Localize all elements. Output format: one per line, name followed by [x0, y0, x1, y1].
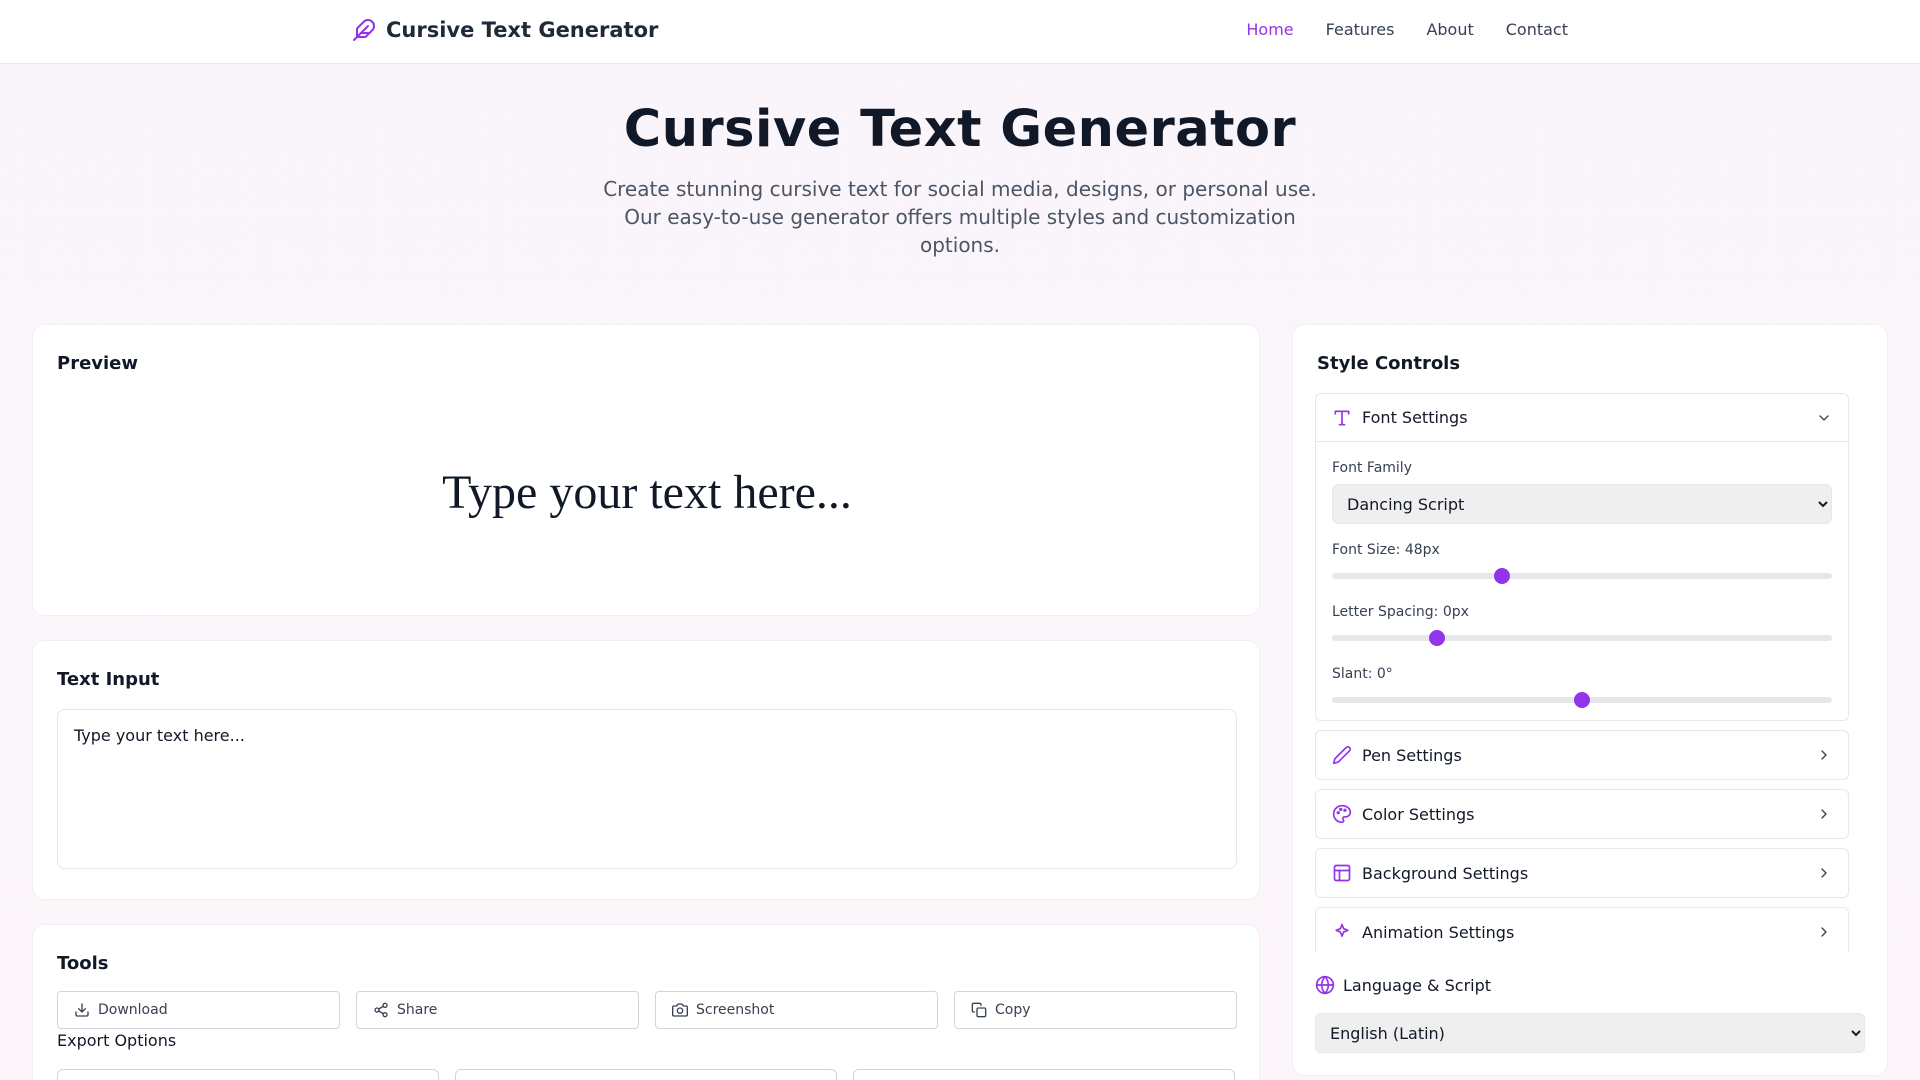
export-options-label: Export Options [57, 1031, 177, 1050]
pen-settings-header[interactable]: Pen Settings [1316, 731, 1848, 779]
preview-card: Preview Type your text here... [32, 324, 1260, 616]
font-size-slider[interactable] [1332, 566, 1832, 586]
pen-icon [1332, 746, 1351, 765]
slider-thumb[interactable] [1574, 692, 1590, 708]
chevron-right-icon [1821, 868, 1827, 878]
font-family-label: Font Family [1332, 460, 1412, 476]
main-nav: Home Features About Contact [1246, 20, 1568, 39]
tools-title: Tools [57, 953, 109, 974]
background-settings-panel: Background Settings [1315, 848, 1849, 898]
animation-settings-header[interactable]: Animation Settings [1316, 908, 1848, 953]
font-settings-body: Font Family Dancing Script Font Size: 48… [1316, 442, 1848, 720]
export-option[interactable] [57, 1069, 439, 1080]
brand-title: Cursive Text Generator [386, 18, 659, 42]
nav-about[interactable]: About [1426, 20, 1473, 39]
style-controls-card: Style Controls Font Settings Font Family… [1292, 324, 1888, 1076]
page-title: Cursive Text Generator [623, 100, 1297, 159]
font-settings-label: Font Settings [1362, 408, 1468, 427]
screenshot-button[interactable]: Screenshot [655, 991, 938, 1029]
export-option[interactable] [455, 1069, 837, 1080]
language-select[interactable]: English (Latin) [1315, 1013, 1865, 1053]
export-option[interactable] [853, 1069, 1235, 1080]
top-navbar: Cursive Text Generator Home Features Abo… [0, 0, 1920, 64]
letter-spacing-slider[interactable] [1332, 628, 1832, 648]
style-controls-title: Style Controls [1317, 353, 1461, 374]
pen-settings-label: Pen Settings [1362, 745, 1462, 765]
type-icon [1334, 410, 1350, 425]
copy-button[interactable]: Copy [954, 991, 1237, 1029]
share-icon [374, 1002, 388, 1018]
font-settings-panel: Font Settings Font Family Dancing Script… [1315, 393, 1849, 721]
copy-label: Copy [995, 1002, 1031, 1018]
color-settings-header[interactable]: Color Settings [1316, 790, 1848, 838]
brand[interactable]: Cursive Text Generator [352, 18, 658, 42]
language-label: Language & Script [1315, 975, 1491, 995]
preview-title: Preview [57, 353, 139, 374]
nav-home[interactable]: Home [1246, 20, 1293, 39]
download-button[interactable]: Download [57, 991, 340, 1029]
animation-settings-panel: Animation Settings [1315, 907, 1849, 953]
slider-track [1332, 635, 1832, 641]
slant-slider[interactable] [1332, 690, 1832, 710]
pen-settings-panel: Pen Settings [1315, 730, 1849, 780]
slider-thumb[interactable] [1494, 568, 1510, 584]
layout-icon [1333, 864, 1351, 882]
font-settings-header[interactable]: Font Settings [1316, 394, 1848, 442]
text-input-card: Text Input Type your text here... [32, 640, 1260, 900]
animation-settings-label: Animation Settings [1362, 922, 1515, 942]
nav-contact[interactable]: Contact [1506, 20, 1568, 39]
globe-icon [1315, 975, 1335, 995]
palette-icon [1332, 804, 1352, 824]
text-input-title: Text Input [57, 669, 160, 690]
chevron-right-icon [1821, 750, 1827, 760]
screenshot-label: Screenshot [696, 1002, 775, 1018]
feather-icon [353, 19, 375, 41]
font-family-select[interactable]: Dancing Script [1332, 484, 1832, 524]
text-input[interactable]: Type your text here... [57, 709, 1237, 869]
download-label: Download [98, 1002, 168, 1018]
chevron-right-icon [1821, 927, 1827, 937]
share-button[interactable]: Share [356, 991, 639, 1029]
nav-features[interactable]: Features [1326, 20, 1395, 39]
letter-spacing-label: Letter Spacing: 0px [1332, 604, 1469, 620]
camera-icon [672, 1003, 688, 1017]
settings-accordion[interactable]: Font Settings Font Family Dancing Script… [1315, 393, 1849, 953]
slider-thumb[interactable] [1429, 630, 1445, 646]
color-settings-label: Color Settings [1362, 804, 1475, 824]
tools-card: Tools Download Share Screenshot Copy Exp… [32, 924, 1260, 1080]
font-size-label: Font Size: 48px [1332, 542, 1440, 558]
language-label-text: Language & Script [1343, 975, 1492, 995]
share-label: Share [397, 1002, 438, 1018]
chevron-right-icon [1821, 809, 1827, 819]
chevron-down-icon [1819, 415, 1829, 421]
preview-text: Type your text here... [442, 466, 852, 519]
hero: Cursive Text Generator Create stunning c… [0, 100, 1920, 259]
color-settings-panel: Color Settings [1315, 789, 1849, 839]
copy-icon [971, 1002, 987, 1018]
download-icon [75, 1003, 89, 1017]
tools-row: Download Share Screenshot Copy [57, 991, 1237, 1029]
export-options-row [57, 1069, 1235, 1080]
slant-label: Slant: 0° [1332, 666, 1393, 682]
background-settings-header[interactable]: Background Settings [1316, 849, 1848, 897]
background-settings-label: Background Settings [1362, 863, 1529, 883]
page-subtitle: Create stunning cursive text for social … [603, 177, 1317, 257]
sparkles-icon [1335, 923, 1349, 937]
slider-track [1332, 573, 1832, 579]
